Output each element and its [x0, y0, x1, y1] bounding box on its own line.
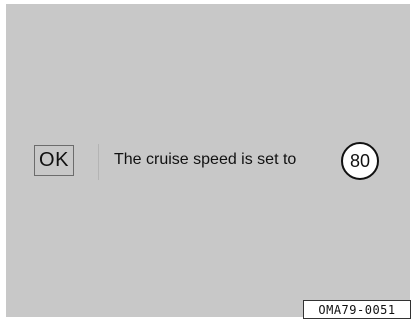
speed-value-badge: 80: [341, 142, 379, 180]
figure-code-label: OMA79-0051: [303, 300, 411, 319]
divider: [98, 144, 99, 180]
cruise-message-row: OK The cruise speed is set to 80: [6, 142, 410, 182]
cruise-speed-message: The cruise speed is set to: [114, 151, 297, 168]
cruise-display-screen: OK The cruise speed is set to 80: [6, 4, 410, 317]
ok-button[interactable]: OK: [34, 145, 74, 176]
